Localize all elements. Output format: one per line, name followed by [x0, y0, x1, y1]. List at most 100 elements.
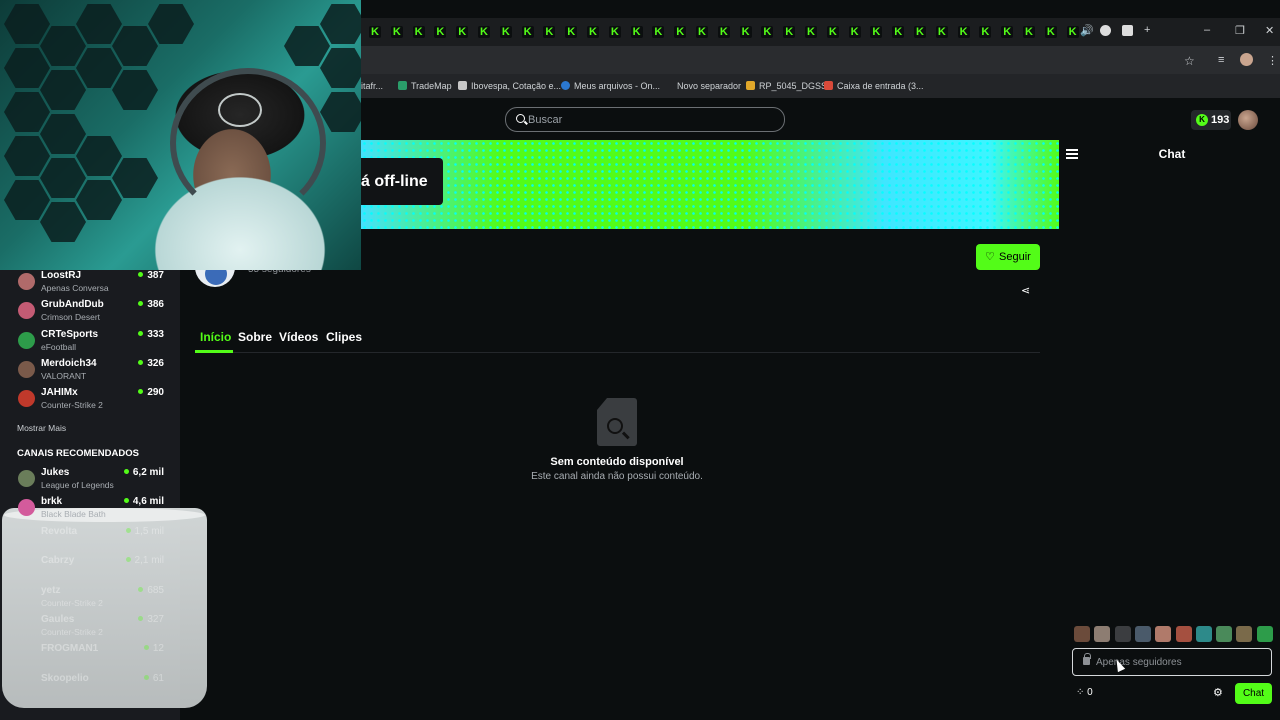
bookmark-item[interactable]: TradeMap [398, 81, 452, 91]
channel-category: Counter-Strike 2 [41, 626, 103, 637]
browser-tab[interactable]: K [1044, 26, 1057, 38]
browser-tab[interactable]: K [1023, 26, 1035, 38]
browser-tab[interactable]: K [914, 26, 926, 38]
browser-tab[interactable]: K [587, 26, 599, 38]
media-control-icon[interactable]: ≡ [1218, 54, 1224, 66]
emote-icon[interactable] [1175, 626, 1192, 642]
browser-tab[interactable]: K [979, 26, 992, 38]
kick-coin-icon: K [1196, 114, 1208, 126]
sidebar-channel-item[interactable]: yetz Counter-Strike 2 685 [0, 585, 180, 613]
channel-name: Gaules [41, 613, 75, 625]
tab-inicio[interactable]: Início [200, 330, 231, 344]
browser-tab[interactable]: K [870, 26, 883, 38]
close-icon[interactable]: ✕ [1265, 24, 1274, 37]
emote-icon[interactable] [1074, 626, 1090, 642]
emote-icon[interactable] [1216, 626, 1233, 642]
browser-tab[interactable]: K [390, 26, 403, 38]
browser-tab[interactable]: K [1066, 26, 1079, 38]
new-tab-icon[interactable]: + [1144, 24, 1150, 36]
bookmark-item[interactable]: Ibovespa, Cotação e... [458, 81, 561, 91]
follow-button[interactable]: ♡ Seguir [976, 244, 1040, 270]
bookmark-item[interactable]: Meus arquivos - On... [561, 81, 660, 91]
sidebar-channel-item[interactable]: GrubAndDub Crimson Desert 386 [0, 299, 180, 327]
sidebar-channel-item[interactable]: Jukes League of Legends 6,2 mil [0, 467, 180, 495]
google-tab-icon[interactable] [1100, 25, 1111, 36]
sidebar-channel-item[interactable]: Merdoich34 VALORANT 326 [0, 358, 180, 386]
restore-icon[interactable]: ❐ [1235, 24, 1245, 37]
chat-send-button[interactable]: Chat [1235, 683, 1272, 704]
kick-tab-icon: K [937, 26, 946, 38]
show-more-link[interactable]: Mostrar Mais [17, 423, 66, 433]
share-icon[interactable]: ⋖ [1021, 284, 1033, 297]
search-input[interactable]: Buscar [505, 107, 785, 132]
sidebar-channel-item[interactable]: FROGMAN1 12 [0, 643, 180, 671]
emote-icon[interactable] [1114, 626, 1131, 642]
browser-tab[interactable]: K [456, 26, 469, 38]
sidebar-channel-item[interactable]: CRTeSports eFootball 333 [0, 329, 180, 357]
browser-tab[interactable]: K [499, 26, 512, 38]
emote-icon[interactable] [1195, 626, 1212, 642]
sidebar-channel-item[interactable]: JAHIMx Counter-Strike 2 290 [0, 387, 180, 415]
browser-tab[interactable]: K [739, 26, 752, 38]
browser-tab[interactable]: K [652, 26, 665, 38]
channel-name: brkk [41, 496, 63, 508]
browser-tab[interactable]: K [412, 26, 425, 38]
browser-tab[interactable]: K [892, 26, 905, 38]
sound-icon[interactable]: 🔊 [1080, 24, 1094, 37]
minimize-icon[interactable]: – [1204, 24, 1210, 36]
sidebar-channel-item[interactable]: Skoopelio 61 [0, 673, 180, 701]
browser-tab[interactable]: K [434, 26, 447, 38]
browser-tab[interactable]: K [935, 26, 948, 38]
sidebar-channel-item[interactable]: brkk Black Blade Bath 4,6 mil [0, 496, 180, 524]
emote-icon[interactable] [1236, 626, 1253, 642]
chat-input[interactable]: Apenas seguidores [1072, 648, 1272, 676]
browser-tab[interactable]: K [761, 26, 774, 38]
browser-tab[interactable]: K [543, 26, 556, 38]
browser-tab[interactable]: K [783, 26, 796, 38]
browser-tab[interactable]: K [826, 26, 839, 38]
browser-tab[interactable]: K [1001, 26, 1014, 38]
browser-tab[interactable]: K [565, 26, 578, 38]
sidebar-channel-item[interactable]: Gaules Counter-Strike 2 327 [0, 614, 180, 642]
viewer-count: 333 [138, 329, 164, 340]
amazon-tab-icon[interactable] [1122, 25, 1133, 36]
channel-points[interactable]: ⁘ 0 [1076, 687, 1093, 698]
browser-tab[interactable]: K [696, 26, 708, 38]
kick-tab-icon: K [741, 26, 750, 38]
sidebar-channel-item[interactable]: Revolta 1,5 mil [0, 526, 180, 554]
browser-tab[interactable]: K [674, 26, 687, 38]
collapse-chat-icon[interactable] [1066, 149, 1078, 159]
emote-icon[interactable] [1155, 626, 1172, 642]
browser-tab[interactable]: K [608, 26, 621, 38]
browser-tab[interactable]: K [848, 26, 861, 38]
kick-tab-icon: K [981, 26, 990, 38]
tab-sobre[interactable]: Sobre [238, 330, 272, 344]
browser-menu-icon[interactable]: ⋮ [1267, 54, 1278, 67]
kick-tab-icon: K [763, 26, 772, 38]
bookmark-item[interactable]: Novo separador [677, 81, 741, 91]
emote-icon[interactable] [1256, 626, 1273, 642]
browser-tab[interactable]: K [805, 26, 817, 38]
bookmark-item[interactable]: itafr... [361, 81, 383, 91]
browser-tab[interactable]: K [630, 26, 643, 38]
sidebar-channel-item[interactable]: Cabrzy 2,1 mil [0, 555, 180, 583]
browser-tab[interactable]: K [717, 26, 730, 38]
browser-tab[interactable]: K [521, 26, 534, 38]
browser-tab[interactable]: K [369, 26, 381, 38]
bookmark-item[interactable]: Caixa de entrada (3... [824, 81, 924, 91]
user-avatar[interactable] [1238, 110, 1258, 130]
tab-clipes[interactable]: Clipes [326, 330, 362, 344]
emote-icon[interactable] [1094, 626, 1111, 642]
gear-icon[interactable]: ⚙ [1213, 686, 1223, 699]
bookmark-star-icon[interactable]: ☆ [1184, 54, 1195, 68]
tab-videos[interactable]: Vídeos [279, 330, 318, 344]
bookmark-item[interactable]: RP_5045_DGSS [746, 81, 827, 91]
kick-tab-icon: K [632, 26, 641, 38]
sidebar-channel-item[interactable]: LoostRJ Apenas Conversa 387 [0, 270, 180, 298]
browser-tab[interactable]: K [957, 26, 970, 38]
profile-icon[interactable] [1240, 53, 1253, 66]
browser-tab[interactable]: K [478, 26, 490, 38]
emote-icon[interactable] [1134, 626, 1151, 642]
kicks-balance[interactable]: K 193 [1191, 110, 1231, 130]
kick-tab-icon: K [1003, 26, 1012, 38]
